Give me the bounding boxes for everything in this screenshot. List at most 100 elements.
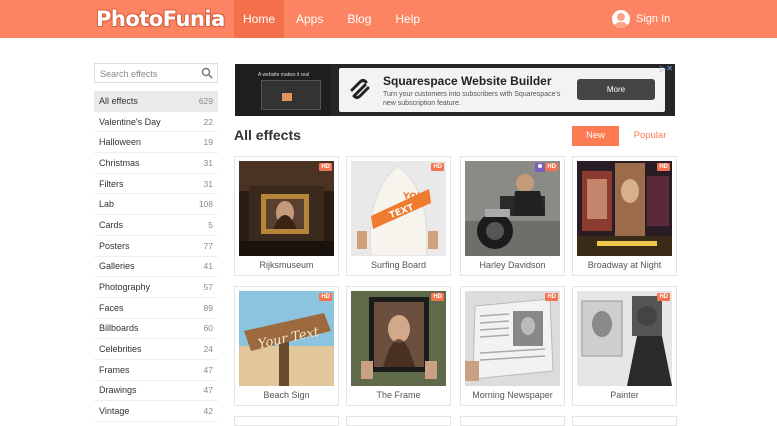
category-label: Vintage bbox=[99, 406, 130, 417]
adchoices-icon[interactable]: ▷✕ bbox=[660, 64, 673, 73]
ad-left-text: A website makes it real bbox=[258, 72, 310, 78]
logo-photo: Photo bbox=[96, 7, 163, 31]
top-header: Photo Funia Home Apps Blog Help Sign In bbox=[0, 0, 777, 38]
effect-thumbnail: HD bbox=[465, 291, 560, 386]
effect-label: Harley Davidson bbox=[479, 260, 546, 270]
effect-thumbnail: HD bbox=[577, 161, 672, 256]
the-frame-image bbox=[351, 291, 446, 386]
effect-thumbnail: Your Text HD bbox=[239, 291, 334, 386]
effect-thumbnail: HD bbox=[351, 291, 446, 386]
category-label: All effects bbox=[99, 95, 138, 106]
effect-label: Morning Newspaper bbox=[472, 390, 553, 400]
category-item[interactable]: Posters 77 bbox=[94, 236, 218, 257]
category-count: 89 bbox=[203, 302, 213, 313]
effect-label: Rijksmuseum bbox=[259, 260, 314, 270]
category-item[interactable]: Halloween 19 bbox=[94, 132, 218, 154]
category-count: 31 bbox=[203, 178, 213, 189]
page-title: All effects bbox=[234, 127, 301, 143]
category-item[interactable]: Photography 57 bbox=[94, 277, 218, 298]
user-avatar-icon bbox=[612, 10, 630, 28]
effect-card[interactable]: YOUR TEXT HD Surfing Board bbox=[346, 156, 451, 276]
sort-new-button[interactable]: New bbox=[572, 126, 619, 146]
nav-help[interactable]: Help bbox=[383, 0, 432, 38]
search-box bbox=[94, 63, 218, 83]
effect-card[interactable] bbox=[460, 416, 565, 426]
hd-badge: HD bbox=[545, 163, 558, 171]
broadway-at-night-image bbox=[577, 161, 672, 256]
category-count: 19 bbox=[203, 137, 213, 148]
category-list: All effects 629 Valentine's Day 22 Halloween… bbox=[94, 91, 218, 422]
user-photo-icon bbox=[535, 163, 545, 172]
effect-card[interactable]: Your Text HD Beach Sign bbox=[234, 286, 339, 406]
sort-popular-button[interactable]: Popular bbox=[628, 126, 672, 146]
hd-badge: HD bbox=[657, 293, 670, 301]
category-label: Halloween bbox=[99, 137, 142, 148]
category-label: Frames bbox=[99, 364, 130, 375]
effect-thumbnail: HD bbox=[577, 291, 672, 386]
effect-label: Painter bbox=[610, 390, 639, 400]
painter-image bbox=[577, 291, 672, 386]
category-item[interactable]: Filters 31 bbox=[94, 174, 218, 195]
ad-card: Squarespace Website Builder Turn your cu… bbox=[339, 68, 665, 112]
category-label: Photography bbox=[99, 282, 151, 293]
logo-funia: Funia bbox=[162, 7, 226, 31]
category-item[interactable]: Billboards 60 bbox=[94, 319, 218, 340]
effect-card[interactable]: HD Rijksmuseum bbox=[234, 156, 339, 276]
rijksmuseum-image bbox=[239, 161, 334, 256]
effect-thumbnail: HD bbox=[239, 161, 334, 256]
category-label: Faces bbox=[99, 302, 124, 313]
effect-card[interactable]: HD Morning Newspaper bbox=[460, 286, 565, 406]
category-count: 22 bbox=[203, 116, 213, 127]
hd-badge: HD bbox=[431, 293, 444, 301]
category-count: 108 bbox=[198, 199, 213, 210]
nav-apps[interactable]: Apps bbox=[284, 0, 335, 38]
effect-card[interactable]: HD Harley Davidson bbox=[460, 156, 565, 276]
category-item[interactable]: Galleries 41 bbox=[94, 257, 218, 278]
nav-blog[interactable]: Blog bbox=[335, 0, 383, 38]
effect-thumbnail: HD bbox=[465, 161, 560, 256]
category-item[interactable]: Cards 5 bbox=[94, 215, 218, 236]
category-item[interactable]: Drawings 47 bbox=[94, 381, 218, 402]
category-item[interactable]: Vintage 42 bbox=[94, 401, 218, 422]
effect-label: The Frame bbox=[376, 390, 421, 400]
effect-label: Surfing Board bbox=[370, 260, 427, 270]
category-count: 5 bbox=[208, 219, 213, 230]
category-count: 24 bbox=[203, 344, 213, 355]
category-item[interactable]: Celebrities 24 bbox=[94, 339, 218, 360]
ad-left-panel: A website makes it real bbox=[235, 64, 330, 116]
sign-in-label: Sign In bbox=[636, 13, 671, 25]
effect-card[interactable] bbox=[346, 416, 451, 426]
category-item[interactable]: Faces 89 bbox=[94, 298, 218, 319]
effect-card[interactable] bbox=[572, 416, 677, 426]
category-count: 47 bbox=[203, 385, 213, 396]
effect-card[interactable]: HD Broadway at Night bbox=[572, 156, 677, 276]
hd-badge: HD bbox=[431, 163, 444, 171]
category-label: Posters bbox=[99, 240, 130, 251]
effect-card[interactable] bbox=[234, 416, 339, 426]
category-item[interactable]: Lab 108 bbox=[94, 194, 218, 216]
ad-subtitle: Turn your customers into subscribers wit… bbox=[383, 91, 561, 107]
category-label: Christmas bbox=[99, 157, 140, 168]
effect-thumbnail: YOUR TEXT HD bbox=[351, 161, 446, 256]
hd-badge: HD bbox=[545, 293, 558, 301]
effect-card[interactable]: HD The Frame bbox=[346, 286, 451, 406]
category-item[interactable]: All effects 629 bbox=[94, 91, 218, 112]
category-label: Drawings bbox=[99, 385, 137, 396]
nav-home[interactable]: Home bbox=[234, 0, 284, 38]
ad-banner[interactable]: A website makes it real Squarespace Webs… bbox=[235, 64, 675, 116]
ad-title: Squarespace Website Builder bbox=[383, 74, 552, 88]
ad-more-button[interactable]: More bbox=[577, 79, 655, 100]
search-icon[interactable] bbox=[201, 67, 213, 79]
category-item[interactable]: Christmas 31 bbox=[94, 153, 218, 174]
search-input[interactable] bbox=[95, 65, 195, 83]
category-item[interactable]: Frames 47 bbox=[94, 360, 218, 381]
category-count: 60 bbox=[203, 323, 213, 334]
category-count: 42 bbox=[203, 406, 213, 417]
hd-badge: HD bbox=[657, 163, 670, 171]
photofunia-logo[interactable]: Photo Funia bbox=[96, 6, 225, 32]
category-count: 47 bbox=[203, 364, 213, 375]
sign-in-button[interactable]: Sign In bbox=[612, 9, 670, 29]
category-item[interactable]: Valentine's Day 22 bbox=[94, 112, 218, 133]
effect-label: Broadway at Night bbox=[587, 260, 662, 270]
effect-card[interactable]: HD Painter bbox=[572, 286, 677, 406]
